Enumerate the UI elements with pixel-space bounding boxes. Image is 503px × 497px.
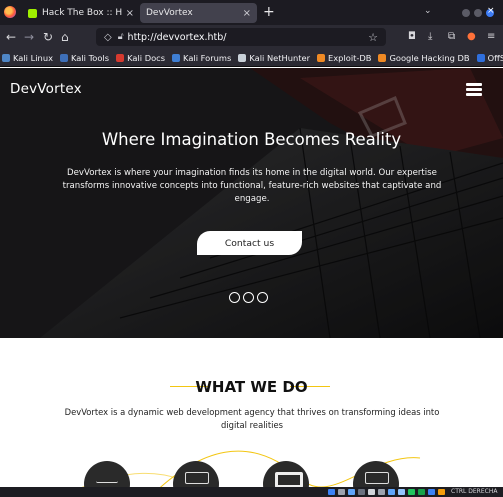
- tray-app-icon[interactable]: [328, 489, 335, 495]
- offsec-icon: [476, 53, 485, 62]
- tray-app-icon[interactable]: [388, 489, 395, 495]
- tray-app-icon[interactable]: [428, 489, 435, 495]
- tab-hackthebox[interactable]: Hack The Box :: Hack The ×: [22, 3, 140, 23]
- kali-tools-icon: [59, 53, 68, 62]
- list-all-tabs-button[interactable]: ⌄: [424, 6, 432, 16]
- site-logo[interactable]: DevVortex: [10, 81, 82, 97]
- url-text[interactable]: http://devvortex.htb/: [128, 32, 369, 43]
- insecure-lock-icon[interactable]: 🔓︎: [118, 32, 124, 42]
- tray-app-icon[interactable]: [418, 489, 425, 495]
- carousel-indicators: [229, 292, 268, 303]
- bookmark-kali-forums[interactable]: Kali Forums: [172, 53, 231, 63]
- minimize-window-button[interactable]: [462, 9, 470, 17]
- tray-app-icon[interactable]: [438, 489, 445, 495]
- nethunter-icon: [238, 53, 247, 62]
- hero-description: DevVortex is where your imagination find…: [62, 168, 442, 204]
- forward-arrow-icon[interactable]: →: [24, 30, 34, 44]
- ghdb-icon: [378, 53, 387, 62]
- tab-devvortex[interactable]: DevVortex ×: [140, 3, 257, 23]
- carousel-dot[interactable]: [257, 292, 268, 303]
- app-window-icon: [365, 472, 389, 484]
- close-tab-icon[interactable]: ×: [126, 8, 134, 19]
- carousel-dot[interactable]: [229, 292, 240, 303]
- tab-label: DevVortex: [146, 8, 193, 18]
- exploit-db-icon: [317, 53, 326, 62]
- close-window-button[interactable]: [486, 6, 495, 17]
- back-arrow-icon[interactable]: ←: [6, 30, 16, 44]
- bookmark-offsec[interactable]: OffSec: [476, 52, 503, 63]
- bookmark-label: OffSec: [487, 52, 503, 63]
- design-icon: [96, 472, 118, 483]
- tray-app-icon[interactable]: [368, 489, 375, 495]
- hamburger-menu-icon[interactable]: [466, 83, 482, 96]
- tab-label: Hack The Box :: Hack The: [42, 8, 122, 18]
- section-description: DevVortex is a dynamic web development a…: [64, 407, 440, 430]
- hero-headline: Where Imagination Becomes Reality: [101, 130, 402, 149]
- bookmark-kali-docs[interactable]: Kali Docs: [116, 53, 165, 63]
- contact-us-button[interactable]: Contact us: [197, 231, 302, 255]
- bookmark-label: Exploit-DB: [328, 52, 372, 63]
- tray-app-icon[interactable]: [408, 489, 415, 495]
- extensions-icon[interactable]: ⧉: [448, 31, 455, 42]
- tray-app-icon[interactable]: [378, 489, 385, 495]
- bookmark-label: Kali Docs: [127, 52, 166, 63]
- pocket-icon[interactable]: ◘: [408, 31, 416, 42]
- new-tab-button[interactable]: +: [263, 4, 275, 20]
- kali-icon: [2, 53, 10, 62]
- tray-app-icon[interactable]: [338, 489, 345, 495]
- close-tab-icon[interactable]: ×: [243, 8, 251, 19]
- bookmark-label: Google Hacking DB: [389, 52, 470, 63]
- bookmark-label: Kali Forums: [183, 52, 232, 63]
- what-we-do-section: WHAT WE DO DevVortex is a dynamic web de…: [0, 338, 503, 497]
- home-icon[interactable]: ⌂: [61, 30, 69, 44]
- hero-section: DevVortex Where Imagination Becomes Real…: [0, 68, 503, 338]
- host-key-indicator: CTRL DERECHA: [451, 488, 498, 495]
- tray-app-icon[interactable]: [348, 489, 355, 495]
- section-title: WHAT WE DO: [195, 378, 308, 396]
- layout-icon: [275, 472, 303, 488]
- tray-app-icon[interactable]: [358, 489, 365, 495]
- navigation-toolbar: ← → ↻ ⌂ ◇ 🔓︎ http://devvortex.htb/ ☆ ◘ ⤓…: [0, 25, 503, 49]
- reload-icon[interactable]: ↻: [43, 30, 53, 44]
- kali-docs-icon: [116, 53, 125, 62]
- bookmark-kali-linux[interactable]: Kali Linux: [2, 53, 53, 63]
- browser-window-icon: [185, 472, 209, 484]
- bookmark-label: Kali NetHunter: [249, 52, 311, 63]
- bookmark-kali-tools[interactable]: Kali Tools: [59, 52, 110, 63]
- maximize-window-button[interactable]: [474, 9, 482, 17]
- bookmark-star-icon[interactable]: ☆: [368, 31, 378, 44]
- tray-app-icon[interactable]: [398, 489, 405, 495]
- bookmark-label: Kali Tools: [70, 52, 110, 63]
- kali-forums-icon: [172, 53, 181, 62]
- os-taskbar: CTRL DERECHA: [0, 487, 503, 497]
- tracking-shield-icon[interactable]: ◇: [104, 32, 112, 43]
- carousel-dot[interactable]: [243, 292, 254, 303]
- bookmarks-toolbar: Kali Linux Kali Tools Kali Docs Kali For…: [0, 49, 503, 67]
- menu-icon[interactable]: ≡: [487, 31, 495, 42]
- downloads-icon[interactable]: ⤓: [428, 31, 432, 42]
- address-bar[interactable]: ◇ 🔓︎ http://devvortex.htb/ ☆: [96, 28, 386, 46]
- bookmark-exploit-db[interactable]: Exploit-DB: [317, 53, 371, 63]
- bookmark-kali-nethunter[interactable]: Kali NetHunter: [238, 53, 310, 63]
- firefox-account-icon[interactable]: ●: [467, 31, 476, 42]
- firefox-icon[interactable]: [4, 6, 16, 18]
- hackthebox-favicon-icon: [28, 8, 37, 18]
- bookmark-google-hacking-db[interactable]: Google Hacking DB: [378, 52, 470, 63]
- tab-bar: Hack The Box :: Hack The × DevVortex × +…: [0, 0, 503, 25]
- bookmark-label: Kali Linux: [13, 52, 53, 63]
